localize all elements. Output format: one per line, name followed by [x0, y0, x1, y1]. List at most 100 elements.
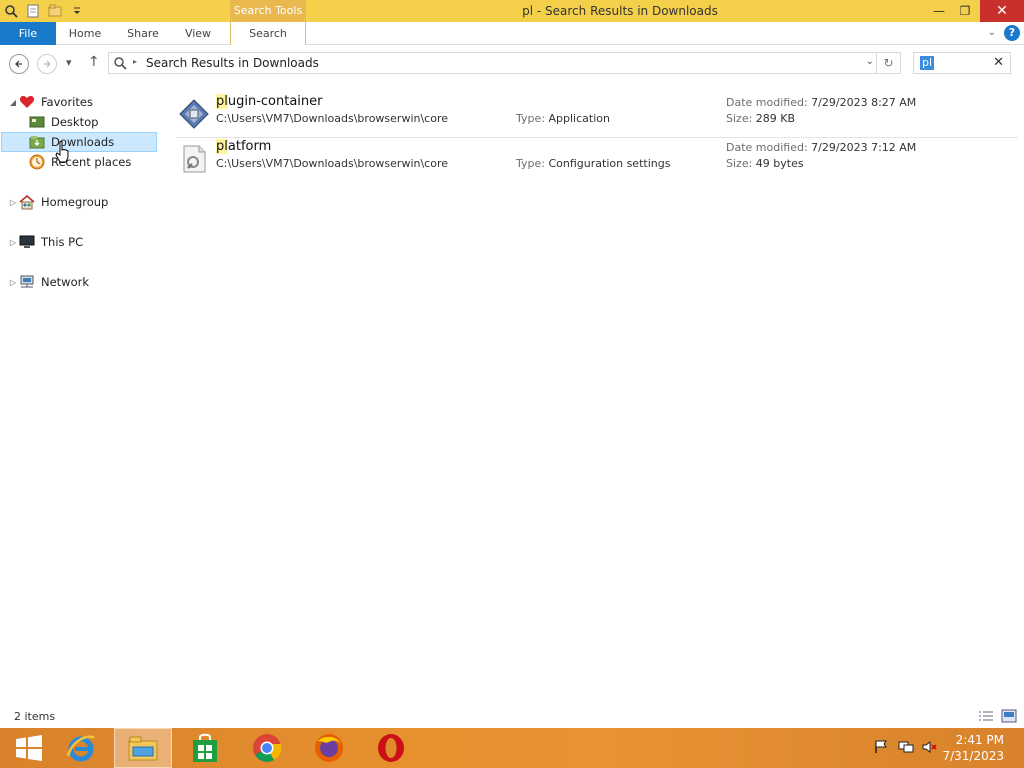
- tab-share[interactable]: Share: [118, 22, 168, 45]
- file-name-rest: atform: [227, 139, 272, 154]
- collapsed-arrow-icon[interactable]: ▷: [8, 198, 18, 207]
- downloads-folder-icon: [28, 134, 46, 150]
- type-value: Configuration settings: [548, 157, 671, 170]
- opera-icon[interactable]: [362, 728, 420, 768]
- refresh-button[interactable]: ↻: [876, 53, 900, 73]
- date-modified: Date modified: 7/29/2023 7:12 AM: [726, 141, 916, 154]
- search-app-icon: [0, 0, 22, 22]
- search-match-highlight: pl: [216, 94, 228, 109]
- large-icons-view-icon[interactable]: [1001, 709, 1017, 723]
- list-item[interactable]: platform C:\Users\VM7\Downloads\browserw…: [176, 139, 1018, 183]
- settings-file-icon: [178, 143, 210, 175]
- file-path: C:\Users\VM7\Downloads\browserwin\core: [216, 157, 449, 170]
- close-button[interactable]: ✕: [980, 0, 1024, 22]
- homegroup-icon: [18, 194, 36, 210]
- clear-search-icon[interactable]: ✕: [993, 55, 1004, 70]
- date-label: Date modified:: [726, 141, 808, 154]
- sidebar-item-label: Homegroup: [41, 195, 109, 209]
- tab-view[interactable]: View: [174, 22, 222, 45]
- desktop-icon: [28, 114, 46, 130]
- tab-file[interactable]: File: [0, 22, 56, 45]
- expanded-arrow-icon[interactable]: ◢: [8, 98, 18, 107]
- collapsed-arrow-icon[interactable]: ▷: [8, 278, 18, 287]
- forward-button[interactable]: [37, 54, 57, 74]
- tab-search[interactable]: Search: [230, 22, 306, 45]
- collapsed-arrow-icon[interactable]: ▷: [8, 238, 18, 247]
- expand-ribbon-icon[interactable]: ⌄: [988, 27, 996, 38]
- application-icon: [178, 98, 210, 130]
- action-center-flag-icon[interactable]: [872, 738, 890, 756]
- file-name-rest: ugin-container: [227, 94, 323, 109]
- file-type: Type: Configuration settings: [516, 157, 670, 170]
- breadcrumb-separator-icon[interactable]: ▸: [133, 57, 137, 66]
- properties-icon[interactable]: [22, 0, 44, 22]
- sidebar-item-favorites[interactable]: ◢ Favorites: [8, 92, 93, 112]
- address-dropdown-icon[interactable]: ⌄: [866, 56, 874, 67]
- computer-icon: [18, 234, 36, 250]
- volume-muted-icon[interactable]: [921, 738, 939, 756]
- date-label: Date modified:: [726, 96, 808, 109]
- network-icon: [18, 274, 36, 290]
- item-count: 2 items: [14, 710, 56, 723]
- start-button[interactable]: [0, 728, 58, 768]
- search-query[interactable]: pl: [920, 56, 935, 70]
- system-clock[interactable]: 2:41 PM 7/31/2023: [942, 732, 1004, 764]
- status-bar: 2 items: [0, 706, 1024, 728]
- sidebar-item-label: Desktop: [51, 115, 99, 129]
- sidebar-item-label: Network: [41, 275, 90, 289]
- size-label: Size:: [726, 157, 753, 170]
- address-row: ▾ ↑ ▸ Search Results in Downloads ⌄ ↻ pl…: [0, 45, 1024, 81]
- network-status-icon[interactable]: [897, 738, 915, 756]
- type-value: Application: [548, 112, 610, 125]
- list-item[interactable]: plugin-container C:\Users\VM7\Downloads\…: [176, 94, 1018, 138]
- recent-locations-chevron-icon[interactable]: ▾: [66, 56, 72, 69]
- type-label: Type:: [516, 157, 545, 170]
- date-value: 7/29/2023 8:27 AM: [811, 96, 917, 109]
- recent-places-icon: [28, 154, 46, 170]
- ribbon-tabs: File Home Share View Search ⌄ ?: [0, 22, 1024, 45]
- details-view-icon[interactable]: [978, 709, 994, 723]
- clock-time: 2:41 PM: [955, 733, 1004, 747]
- sidebar-item-recent-places[interactable]: Recent places: [28, 152, 131, 172]
- breadcrumb[interactable]: Search Results in Downloads: [146, 56, 319, 70]
- sidebar-item-downloads[interactable]: Downloads: [1, 132, 157, 152]
- type-label: Type:: [516, 112, 545, 125]
- sidebar-item-this-pc[interactable]: ▷ This PC: [8, 232, 83, 252]
- search-location-icon: [113, 56, 129, 73]
- quick-access-toolbar: [0, 0, 88, 22]
- taskbar: 2:41 PM 7/31/2023: [0, 728, 1024, 768]
- file-explorer-icon[interactable]: [114, 728, 172, 768]
- file-size: Size: 289 KB: [726, 112, 795, 125]
- file-name[interactable]: plugin-container: [216, 94, 323, 109]
- file-name[interactable]: platform: [216, 139, 271, 154]
- sidebar-item-homegroup[interactable]: ▷ Homegroup: [8, 192, 108, 212]
- heart-icon: [18, 94, 36, 110]
- sidebar-item-network[interactable]: ▷ Network: [8, 272, 89, 292]
- navigation-pane: ◢ Favorites Desktop Downloads Recent pla…: [0, 88, 158, 703]
- search-input[interactable]: pl ✕: [913, 52, 1011, 74]
- date-value: 7/29/2023 7:12 AM: [811, 141, 917, 154]
- chrome-icon[interactable]: [238, 728, 296, 768]
- sidebar-item-desktop[interactable]: Desktop: [28, 112, 98, 132]
- mouse-cursor-icon: [55, 140, 71, 166]
- customize-toolbar-chevron-icon[interactable]: [66, 0, 88, 22]
- help-icon[interactable]: ?: [1004, 25, 1020, 41]
- sidebar-item-label: Favorites: [41, 95, 93, 109]
- address-bar[interactable]: ▸ Search Results in Downloads ⌄ ↻: [108, 52, 901, 74]
- firefox-icon[interactable]: [300, 728, 358, 768]
- sidebar-item-label: This PC: [41, 235, 84, 249]
- restore-button[interactable]: ❐: [952, 0, 978, 22]
- minimize-button[interactable]: —: [926, 0, 952, 22]
- tab-home[interactable]: Home: [60, 22, 110, 45]
- back-button[interactable]: [9, 54, 29, 74]
- search-tools-context-tab: Search Tools: [230, 0, 306, 22]
- size-value: 289 KB: [755, 112, 796, 125]
- up-arrow-icon[interactable]: ↑: [88, 54, 100, 70]
- store-icon[interactable]: [176, 728, 234, 768]
- window-title: pl - Search Results in Downloads: [522, 4, 718, 18]
- search-results-list: plugin-container C:\Users\VM7\Downloads\…: [170, 88, 1024, 703]
- new-folder-icon[interactable]: [44, 0, 66, 22]
- internet-explorer-icon[interactable]: [52, 728, 110, 768]
- title-bar: Search Tools pl - Search Results in Down…: [0, 0, 1024, 22]
- search-match-highlight: pl: [216, 139, 228, 154]
